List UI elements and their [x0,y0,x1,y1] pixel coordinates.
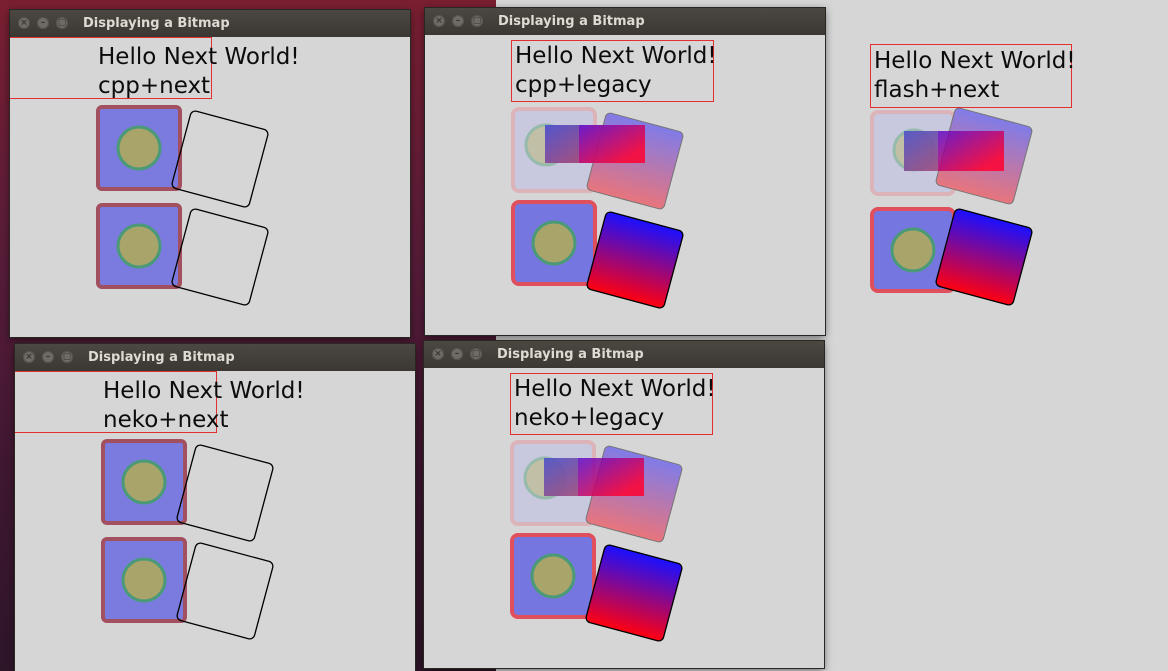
close-icon[interactable]: × [432,348,444,360]
bitmap-sprite-top [101,439,274,542]
window-content: Hello Next World! neko+next [15,371,415,671]
flash-bitmap-sprite-solid [870,207,1033,306]
maximize-icon[interactable]: ▢ [471,15,483,27]
window-titlebar[interactable]: × – ▢ Displaying a Bitmap [425,8,825,35]
minimize-icon[interactable]: – [451,348,463,360]
flash-bitmap-gradient-rect [904,131,1004,171]
hello-line: Hello Next World! [515,43,717,69]
window-cpp-legacy[interactable]: × – ▢ Displaying a Bitmap Hello Next Wor… [425,8,825,335]
bitmap-sprite-gradient-rect [545,125,645,163]
window-content: Hello Next World! cpp+legacy [425,35,825,335]
hello-line: Hello Next World! [874,48,1076,74]
window-titlebar[interactable]: × – ▢ Displaying a Bitmap [15,344,415,371]
maximize-icon[interactable]: ▢ [470,348,482,360]
window-neko-next[interactable]: × – ▢ Displaying a Bitmap Hello Next Wor… [15,344,415,671]
hello-line: Hello Next World! [514,376,716,402]
close-icon[interactable]: × [23,351,35,363]
target-line: flash+next [874,77,1000,103]
maximize-icon[interactable]: ▢ [61,351,73,363]
bitmap-sprite-gradient-rect [544,458,644,496]
hello-line: Hello Next World! [98,44,300,70]
minimize-icon[interactable]: – [42,351,54,363]
window-content: Hello Next World! cpp+next [10,37,410,337]
window-title: Displaying a Bitmap [88,350,235,365]
bitmap-sprite-bottom [96,203,269,306]
window-titlebar[interactable]: × – ▢ Displaying a Bitmap [424,341,824,368]
bitmap-sprite-top [96,105,269,208]
minimize-icon[interactable]: – [37,17,49,29]
bitmap-sprite-solid [510,533,683,642]
close-icon[interactable]: × [18,17,30,29]
window-neko-legacy[interactable]: × – ▢ Displaying a Bitmap Hello Next Wor… [424,341,824,668]
window-content: Hello Next World! neko+legacy [424,368,824,668]
window-title: Displaying a Bitmap [498,14,645,29]
window-title: Displaying a Bitmap [497,347,644,362]
bitmap-sprite-bottom [101,537,274,640]
window-title: Displaying a Bitmap [83,16,230,31]
maximize-icon[interactable]: ▢ [56,17,68,29]
target-line: cpp+legacy [515,72,652,98]
target-line: cpp+next [98,73,211,99]
target-line: neko+legacy [514,405,665,431]
hello-text-box: Hello Next World! cpp+legacy [511,40,717,102]
bitmap-sprite-solid [511,200,684,309]
minimize-icon[interactable]: – [452,15,464,27]
hello-text-box: Hello Next World! cpp+next [10,37,300,99]
hello-line: Hello Next World! [103,378,305,404]
hello-text-box-flash: Hello Next World! flash+next [870,44,1076,108]
hello-text-box: Hello Next World! neko+next [15,371,305,433]
window-cpp-next[interactable]: × – ▢ Displaying a Bitmap Hello Next Wor… [10,10,410,337]
hello-text-box: Hello Next World! neko+legacy [510,373,716,435]
close-icon[interactable]: × [433,15,445,27]
window-titlebar[interactable]: × – ▢ Displaying a Bitmap [10,10,410,37]
target-line: neko+next [103,407,229,433]
